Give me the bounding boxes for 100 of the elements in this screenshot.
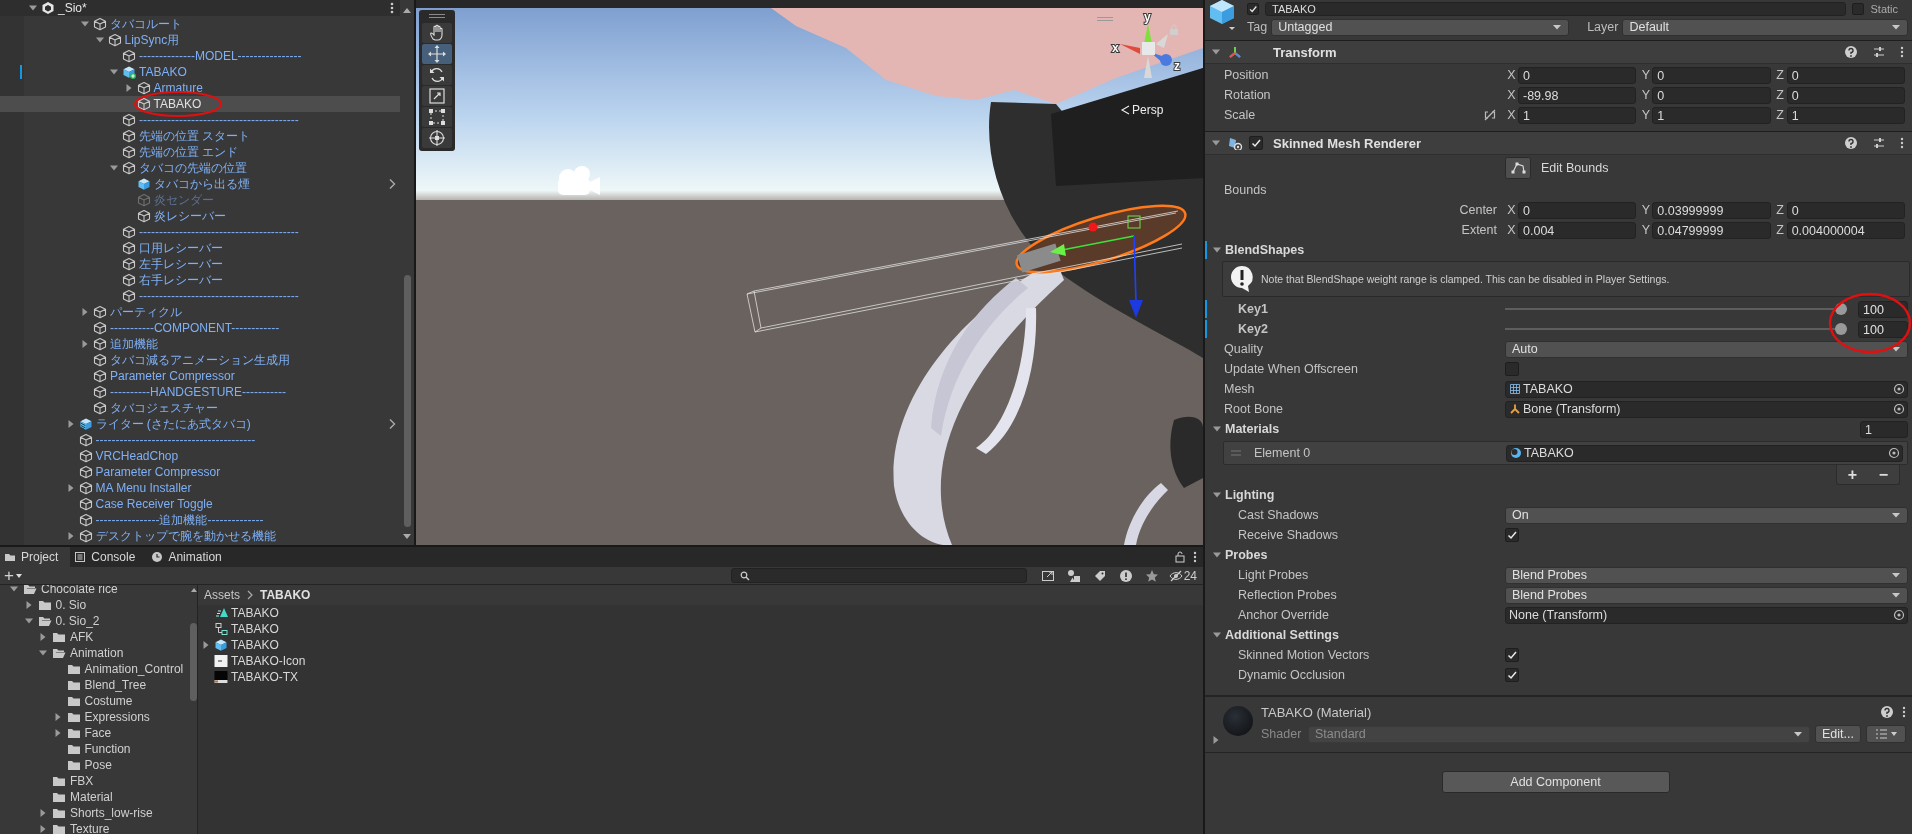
asset-row[interactable]: TABAKO <box>198 605 1203 621</box>
hierarchy-row[interactable]: ----------------追加機能-------------- <box>0 512 400 528</box>
hierarchy-row[interactable]: -----------COMPONENT------------ <box>0 320 400 336</box>
hierarchy-row[interactable]: ---------------------------------------- <box>0 432 400 448</box>
menu-icon[interactable] <box>1900 46 1904 58</box>
number-field[interactable]: 0 <box>1652 66 1771 84</box>
folder-row[interactable]: Pose <box>0 757 190 773</box>
folder-row[interactable]: Expressions <box>0 709 190 725</box>
hierarchy-row[interactable]: ----------HANDGESTURE----------- <box>0 384 400 400</box>
dropdown[interactable]: Blend Probes <box>1505 566 1908 584</box>
help-icon[interactable] <box>1880 705 1894 719</box>
number-field[interactable]: 1 <box>1652 106 1771 124</box>
checkbox[interactable] <box>1505 668 1519 682</box>
hierarchy-row[interactable]: 先端の位置 スタート <box>0 128 400 144</box>
tool-button[interactable] <box>422 86 452 106</box>
number-field[interactable]: 0.04799999 <box>1652 221 1771 239</box>
number-field[interactable]: 0.03999999 <box>1652 201 1771 219</box>
edit-bounds-button[interactable]: Edit Bounds <box>1505 157 1609 179</box>
dropdown[interactable]: Untagged <box>1271 18 1570 36</box>
hierarchy-row[interactable]: ---------------------------------------- <box>0 112 400 128</box>
edit-button[interactable]: Edit... <box>1815 725 1861 743</box>
hierarchy-row[interactable]: ---------------------------------------- <box>0 224 400 240</box>
hierarchy-row[interactable]: 口用レシーバー <box>0 240 400 256</box>
hierarchy-row[interactable]: デスクトップで腕を動かせる機能 <box>0 528 400 544</box>
folder-row[interactable]: Animation_Control <box>0 661 190 677</box>
scrollbar-thumb[interactable] <box>403 275 411 527</box>
hierarchy-row[interactable]: タバコルート <box>0 16 400 32</box>
folder-row[interactable]: Blend_Tree <box>0 677 190 693</box>
hierarchy-row[interactable]: パーティクル <box>0 304 400 320</box>
hidden-packages-toggle[interactable]: 24 <box>1168 568 1197 583</box>
hierarchy-row[interactable]: Case Receiver Toggle <box>0 496 400 512</box>
hierarchy-row[interactable]: 右手レシーバー <box>0 272 400 288</box>
hierarchy-row[interactable]: LipSync用 <box>0 32 400 48</box>
menu-icon[interactable] <box>1900 137 1904 149</box>
tool-button[interactable] <box>422 44 452 64</box>
hierarchy-row[interactable]: TABAKO <box>0 64 400 80</box>
collapse-arrow-icon[interactable] <box>1212 424 1222 434</box>
expand-arrow-icon[interactable] <box>38 808 48 818</box>
warning-icon[interactable] <box>1118 568 1133 583</box>
presets-icon[interactable] <box>1872 45 1886 59</box>
number-field[interactable]: 100 <box>1858 320 1908 338</box>
hierarchy-row[interactable]: 追加機能 <box>0 336 400 352</box>
collapse-arrow-icon[interactable] <box>38 648 48 658</box>
collapse-arrow-icon[interactable] <box>94 35 105 45</box>
collapse-arrow-icon[interactable] <box>1212 245 1222 255</box>
object-field[interactable]: TABAKO <box>1506 444 1903 462</box>
scene-row[interactable]: _Sio* <box>0 0 400 16</box>
number-field[interactable]: 0 <box>1518 66 1637 84</box>
tool-button[interactable] <box>422 107 452 127</box>
checkbox[interactable] <box>1505 528 1519 542</box>
collapse-arrow-icon[interactable] <box>23 616 34 626</box>
tool-button[interactable] <box>422 23 452 43</box>
hierarchy-row[interactable]: TABAKO <box>0 96 400 112</box>
asset-row[interactable]: TABAKO-Icon <box>198 653 1203 669</box>
object-field[interactable]: None (Transform) <box>1505 606 1908 624</box>
expand-arrow-icon[interactable] <box>38 824 48 834</box>
checkbox[interactable] <box>1247 3 1259 15</box>
lock-icon[interactable] <box>1175 551 1185 563</box>
help-icon[interactable] <box>1844 45 1858 59</box>
list-menu-button[interactable] <box>1866 725 1906 743</box>
hierarchy-row[interactable]: タバコから出る煙 <box>0 176 400 192</box>
hierarchy-row[interactable]: --------------MODEL---------------- <box>0 48 400 64</box>
drag-handle-icon[interactable] <box>1096 16 1114 22</box>
component-header[interactable]: Transform <box>1205 40 1912 64</box>
projection-toggle[interactable]: Persp <box>1120 103 1164 117</box>
collapse-arrow-icon[interactable] <box>28 3 38 13</box>
folder-row[interactable]: Shorts_low-rise <box>0 805 190 821</box>
folder-row[interactable]: Face <box>0 725 190 741</box>
folder-row[interactable]: 0. Sio_2 <box>0 613 190 629</box>
checkbox[interactable] <box>1505 362 1519 376</box>
collapse-arrow-icon[interactable] <box>1212 550 1222 560</box>
slider-thumb[interactable] <box>1835 323 1847 335</box>
folder-row[interactable]: Chocolate rice <box>0 585 190 597</box>
hierarchy-row[interactable]: 左手レシーバー <box>0 256 400 272</box>
object-picker-icon[interactable] <box>1893 609 1905 621</box>
hierarchy-row[interactable]: VRCHeadChop <box>0 448 400 464</box>
object-picker-icon[interactable] <box>1893 403 1905 415</box>
asset-row[interactable]: TABAKO-TX <box>198 669 1203 685</box>
scroll-down-icon[interactable] <box>402 533 412 541</box>
object-picker-icon[interactable] <box>1888 447 1900 459</box>
folder-row[interactable]: FBX <box>0 773 190 789</box>
collapse-arrow-icon[interactable] <box>1212 490 1222 500</box>
search-field[interactable] <box>730 568 1027 583</box>
dropdown[interactable]: Default <box>1622 18 1908 36</box>
scroll-up-icon[interactable] <box>189 587 198 593</box>
window-icon[interactable] <box>1040 568 1055 583</box>
expand-arrow-icon[interactable] <box>38 632 48 642</box>
number-field[interactable]: 0 <box>1786 66 1905 84</box>
presets-icon[interactable] <box>1872 136 1886 150</box>
breadcrumb-link[interactable]: Assets <box>204 588 240 602</box>
number-field[interactable]: 0.004000004 <box>1786 221 1905 239</box>
checkbox[interactable] <box>1852 3 1865 15</box>
expand-arrow-icon[interactable] <box>1211 735 1221 745</box>
hierarchy-row[interactable]: Parameter Compressor <box>0 464 400 480</box>
folder-row[interactable]: Animation <box>0 645 190 661</box>
array-size-field[interactable]: 1 <box>1860 420 1908 438</box>
orientation-gizmo-icon[interactable] <box>1120 24 1172 78</box>
tab[interactable]: Animation <box>147 547 234 567</box>
checkbox[interactable] <box>1505 648 1519 662</box>
dropdown[interactable]: Auto <box>1505 340 1908 358</box>
